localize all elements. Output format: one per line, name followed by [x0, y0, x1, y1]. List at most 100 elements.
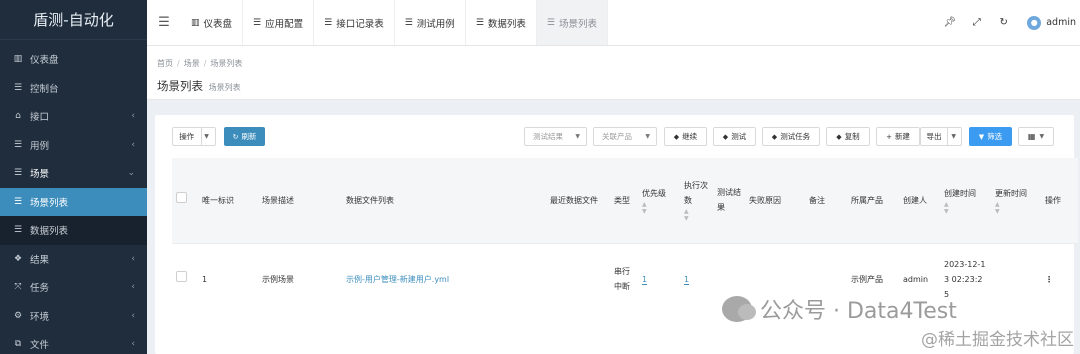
breadcrumb-home[interactable]: 首页 — [157, 59, 173, 68]
row-checkbox[interactable] — [176, 271, 187, 283]
result-filter-select[interactable]: 测试结果 ▼ — [524, 127, 587, 146]
col-runs-label: 执行次数 — [684, 181, 708, 206]
chevron-left-icon: ‹ — [131, 253, 135, 264]
breadcrumb-current: 场景列表 — [210, 59, 243, 68]
product-filter-placeholder: 关联产品 — [602, 132, 632, 141]
col-remark[interactable]: 备注 — [805, 158, 847, 243]
col-result[interactable]: 测试结果 — [713, 158, 745, 243]
sidebar-item-label: 结果 — [30, 254, 50, 266]
sort-icon[interactable]: ▲ ▼ — [995, 201, 1037, 215]
product-filter-select[interactable]: 关联产品 ▼ — [593, 127, 657, 146]
cell-files-link[interactable]: 示例-用户管理-新建用户.yml — [346, 275, 449, 284]
col-product[interactable]: 所属产品 — [847, 158, 899, 243]
sidebar-item-case[interactable]: ☰ 用例 ‹ — [0, 131, 147, 160]
col-desc[interactable]: 场景描述 — [258, 158, 342, 243]
scene-table: 唯一标识 场景描述 数据文件列表 最近数据文件 类型 优先级 ▲ ▼ 执行次数 ▲ ▼ … — [172, 158, 1078, 315]
test-task-button[interactable]: ◆ 测试任务 — [762, 127, 820, 146]
tab-label: 测试用例 — [416, 18, 455, 30]
sidebar-item-dashboard[interactable]: ▥ 仪表盘 — [0, 45, 147, 74]
list-icon: ☰ — [324, 17, 333, 28]
col-fail-reason[interactable]: 失败原因 — [745, 158, 805, 243]
filter-button[interactable]: ▼ 筛选 — [969, 127, 1012, 146]
sidebar: 盾测-自动化 ▥ 仪表盘 ☰ 控制台 ⌂ 接口 ‹ ☰ 用例 ‹ ☰ 场景 ⌄ … — [0, 0, 147, 354]
menu-toggle-icon[interactable]: ☰ — [147, 0, 181, 45]
col-files[interactable]: 数据文件列表 — [342, 158, 546, 243]
avatar[interactable]: ● — [1027, 15, 1042, 30]
tab-interface-records[interactable]: ☰ 接口记录表 — [314, 0, 395, 45]
refresh-button[interactable]: ↻ 刷新 — [224, 127, 265, 146]
sidebar-item-label: 接口 — [30, 112, 50, 124]
sidebar-item-label: 仪表盘 — [30, 55, 59, 67]
sidebar-item-interface[interactable]: ⌂ 接口 ‹ — [0, 102, 147, 131]
sidebar-item-label: 控制台 — [30, 83, 59, 95]
col-created-label: 创建时间 — [944, 188, 976, 198]
sidebar-item-env[interactable]: ⚙ 环境 ‹ — [0, 302, 147, 331]
chevron-left-icon: ‹ — [131, 139, 135, 150]
caret-down-icon: ▼ — [951, 133, 956, 140]
continue-button[interactable]: ◆ 继续 — [664, 127, 707, 146]
sidebar-item-scene-list[interactable]: ☰ 场景列表 — [0, 187, 147, 216]
bar-chart-icon: ▥ — [13, 54, 23, 65]
list-icon: ☰ — [475, 17, 484, 28]
cell-desc: 示例场景 — [262, 274, 294, 284]
bank-icon: ⌂ — [15, 111, 21, 122]
sidebar-item-label: 场景列表 — [30, 197, 69, 209]
pin-icon[interactable]: 📌︎ — [936, 17, 963, 28]
row-actions-icon[interactable]: ⋮ — [1045, 275, 1053, 284]
sort-icon[interactable]: ▲ ▼ — [642, 201, 676, 215]
button-divider — [201, 128, 202, 145]
tab-scene-list[interactable]: ☰ 场景列表 — [536, 0, 608, 45]
sidebar-item-scene[interactable]: ☰ 场景 ⌄ — [0, 159, 147, 188]
topbar-right: 📌︎ ⤢ ↻ ● admin — [936, 0, 1080, 45]
page-title: 场景列表 — [157, 79, 203, 93]
breadcrumb-scene[interactable]: 场景 — [184, 59, 200, 68]
sidebar-item-console[interactable]: ☰ 控制台 — [0, 74, 147, 103]
sidebar-item-data-list[interactable]: ☰ 数据列表 — [0, 216, 147, 245]
new-button[interactable]: + 新建 — [876, 127, 920, 146]
cell-runs[interactable]: 1 — [684, 274, 690, 285]
tab-data-list[interactable]: ☰ 数据列表 — [466, 0, 537, 45]
col-runs[interactable]: 执行次数 ▲ ▼ — [680, 158, 713, 243]
col-id[interactable]: 唯一标识 — [198, 158, 258, 243]
copy-button[interactable]: ◆ 复制 — [826, 127, 870, 146]
tab-dashboard[interactable]: ▥ 仪表盘 — [181, 0, 244, 45]
columns-toggle-dropdown[interactable]: ▦ ▼ — [1018, 127, 1054, 146]
col-creator[interactable]: 创建人 — [899, 158, 940, 243]
refresh-icon[interactable]: ↻ — [990, 17, 1017, 28]
result-filter-placeholder: 测试结果 — [533, 132, 563, 141]
col-ops[interactable]: 操作 — [1041, 158, 1078, 243]
col-type[interactable]: 类型 — [610, 158, 638, 243]
copy-icon: ◆ — [836, 132, 842, 141]
app-title: 盾测-自动化 — [0, 0, 147, 40]
list-icon: ☰ — [404, 17, 413, 28]
col-type-label: 类型 — [614, 195, 630, 205]
site-watermark: @稀土掘金技术社区 — [921, 330, 1074, 350]
button-divider — [947, 128, 948, 145]
actions-dropdown[interactable]: 操作 ▼ — [172, 127, 216, 146]
chevron-left-icon: ‹ — [131, 339, 135, 350]
col-updated[interactable]: 更新时间 ▲ ▼ — [991, 158, 1041, 243]
list-icon: ☰ — [13, 196, 23, 207]
col-created[interactable]: 创建时间 ▲ ▼ — [940, 158, 991, 243]
select-all-checkbox[interactable] — [176, 192, 187, 204]
tab-app-config[interactable]: ☰ 应用配置 — [243, 0, 315, 45]
play-icon: ◆ — [673, 132, 680, 141]
col-priority-label: 优先级 — [642, 188, 666, 198]
wechat-watermark-text: 公众号 · Data4Test — [760, 299, 957, 324]
tab-test-cases[interactable]: ☰ 测试用例 — [395, 0, 466, 45]
col-priority[interactable]: 优先级 ▲ ▼ — [638, 158, 680, 243]
col-recent-file[interactable]: 最近数据文件 — [546, 158, 610, 243]
export-dropdown[interactable]: 导出 ▼ — [920, 127, 962, 146]
user-name[interactable]: admin — [1046, 17, 1076, 28]
sort-icon[interactable]: ▲ ▼ — [944, 201, 987, 215]
fullscreen-icon[interactable]: ⤢ — [963, 17, 990, 28]
sidebar-item-task[interactable]: ⤧ 任务 ‹ — [0, 273, 147, 302]
play-icon: ◆ — [722, 132, 729, 141]
sidebar-item-file[interactable]: ⧉ 文件 ‹ — [0, 330, 147, 354]
actions-label: 操作 — [179, 132, 195, 141]
test-button[interactable]: ◆ 测试 — [713, 127, 756, 146]
sort-icon[interactable]: ▲ ▼ — [684, 208, 709, 222]
sidebar-item-result[interactable]: ❖ 结果 ‹ — [0, 245, 147, 274]
wechat-logo-icon — [722, 296, 756, 322]
cell-priority[interactable]: 1 — [642, 274, 648, 285]
